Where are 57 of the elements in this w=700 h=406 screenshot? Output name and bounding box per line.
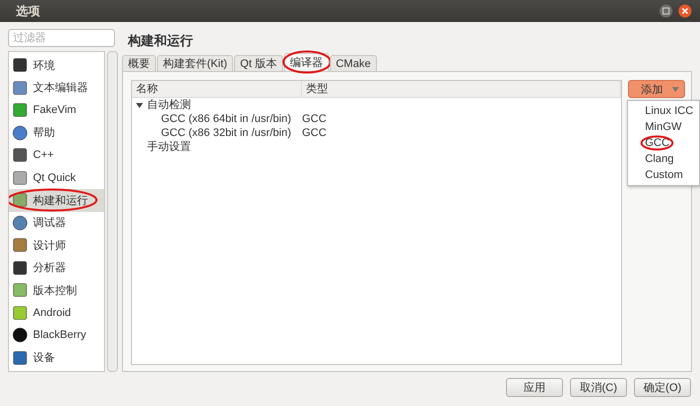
- tab[interactable]: 概要: [122, 55, 156, 71]
- window-title: 选项: [16, 2, 40, 20]
- tree-cell[interactable]: 自动检测: [147, 98, 191, 112]
- sidebar-icon: [12, 214, 28, 231]
- menu-item[interactable]: Custom: [628, 167, 699, 183]
- sidebar-item[interactable]: 构建和运行: [9, 189, 104, 212]
- caret-icon: [672, 86, 679, 92]
- sidebar-item[interactable]: 设备: [9, 346, 104, 369]
- sidebar-icon: [12, 147, 28, 164]
- sidebar-item[interactable]: 设计师: [9, 234, 104, 256]
- menu-item[interactable]: GCC: [628, 135, 699, 151]
- expand-arrow-icon[interactable]: [136, 102, 143, 108]
- sidebar-icon: [12, 350, 28, 366]
- sidebar-icon: [12, 260, 28, 276]
- filter-field[interactable]: 过滤器: [8, 29, 115, 47]
- dialog-button[interactable]: 应用: [506, 378, 563, 397]
- sidebar-icon: [12, 282, 28, 298]
- sidebar-item[interactable]: 分析器: [9, 256, 104, 279]
- sidebar-icon: [12, 102, 28, 118]
- add-button[interactable]: 添加: [628, 80, 685, 98]
- dialog-button[interactable]: 确定(O): [634, 378, 691, 397]
- window-controls-icon[interactable]: [658, 3, 694, 19]
- sidebar-item[interactable]: 版本控制: [9, 279, 104, 302]
- sidebar-icon: [12, 124, 28, 141]
- sidebar-item[interactable]: C++: [9, 144, 104, 166]
- scrollbar[interactable]: [107, 51, 118, 372]
- sidebar-icon: [12, 192, 28, 208]
- tree-cell-text: GCC: [302, 126, 328, 140]
- sidebar-icon: [12, 57, 28, 74]
- sidebar-item[interactable]: FakeVim: [9, 99, 104, 122]
- tree-cell[interactable]: GCC (x86 64bit in /usr/bin): [161, 112, 292, 126]
- sidebar-item[interactable]: 环境: [9, 54, 104, 76]
- tree-cell[interactable]: GCC (x86 32bit in /usr/bin): [161, 126, 292, 140]
- sidebar-icon: [12, 170, 28, 186]
- menu-item[interactable]: MinGW: [628, 119, 699, 135]
- column-header[interactable]: 类型: [302, 81, 621, 97]
- sidebar-icon: [12, 80, 28, 96]
- tab[interactable]: 编译器: [284, 53, 329, 71]
- tab[interactable]: 构建套件(Kit): [157, 55, 234, 71]
- sidebar-icon: [12, 237, 28, 254]
- sidebar-icon: [12, 304, 28, 321]
- page-title: 构建和运行: [126, 32, 194, 50]
- sidebar-item[interactable]: Qt Quick: [9, 166, 104, 189]
- menu-item[interactable]: Linux ICC: [628, 103, 699, 119]
- tree-cell-text: GCC: [302, 112, 328, 126]
- dialog-button[interactable]: 取消(C): [570, 378, 627, 397]
- sidebar-icon: [12, 327, 28, 344]
- sidebar-item[interactable]: 帮助: [9, 122, 104, 144]
- sidebar-item[interactable]: BlackBerry: [9, 324, 104, 346]
- menu-item[interactable]: Clang: [628, 151, 699, 167]
- sidebar-item[interactable]: 调试器: [9, 212, 104, 234]
- tab[interactable]: CMake: [330, 55, 377, 71]
- tab[interactable]: Qt 版本: [234, 55, 283, 71]
- sidebar-item[interactable]: Android: [9, 302, 104, 324]
- column-header[interactable]: 名称: [132, 81, 302, 97]
- sidebar-item[interactable]: 文本编辑器: [9, 76, 104, 99]
- tree-cell[interactable]: 手动设置: [147, 140, 191, 154]
